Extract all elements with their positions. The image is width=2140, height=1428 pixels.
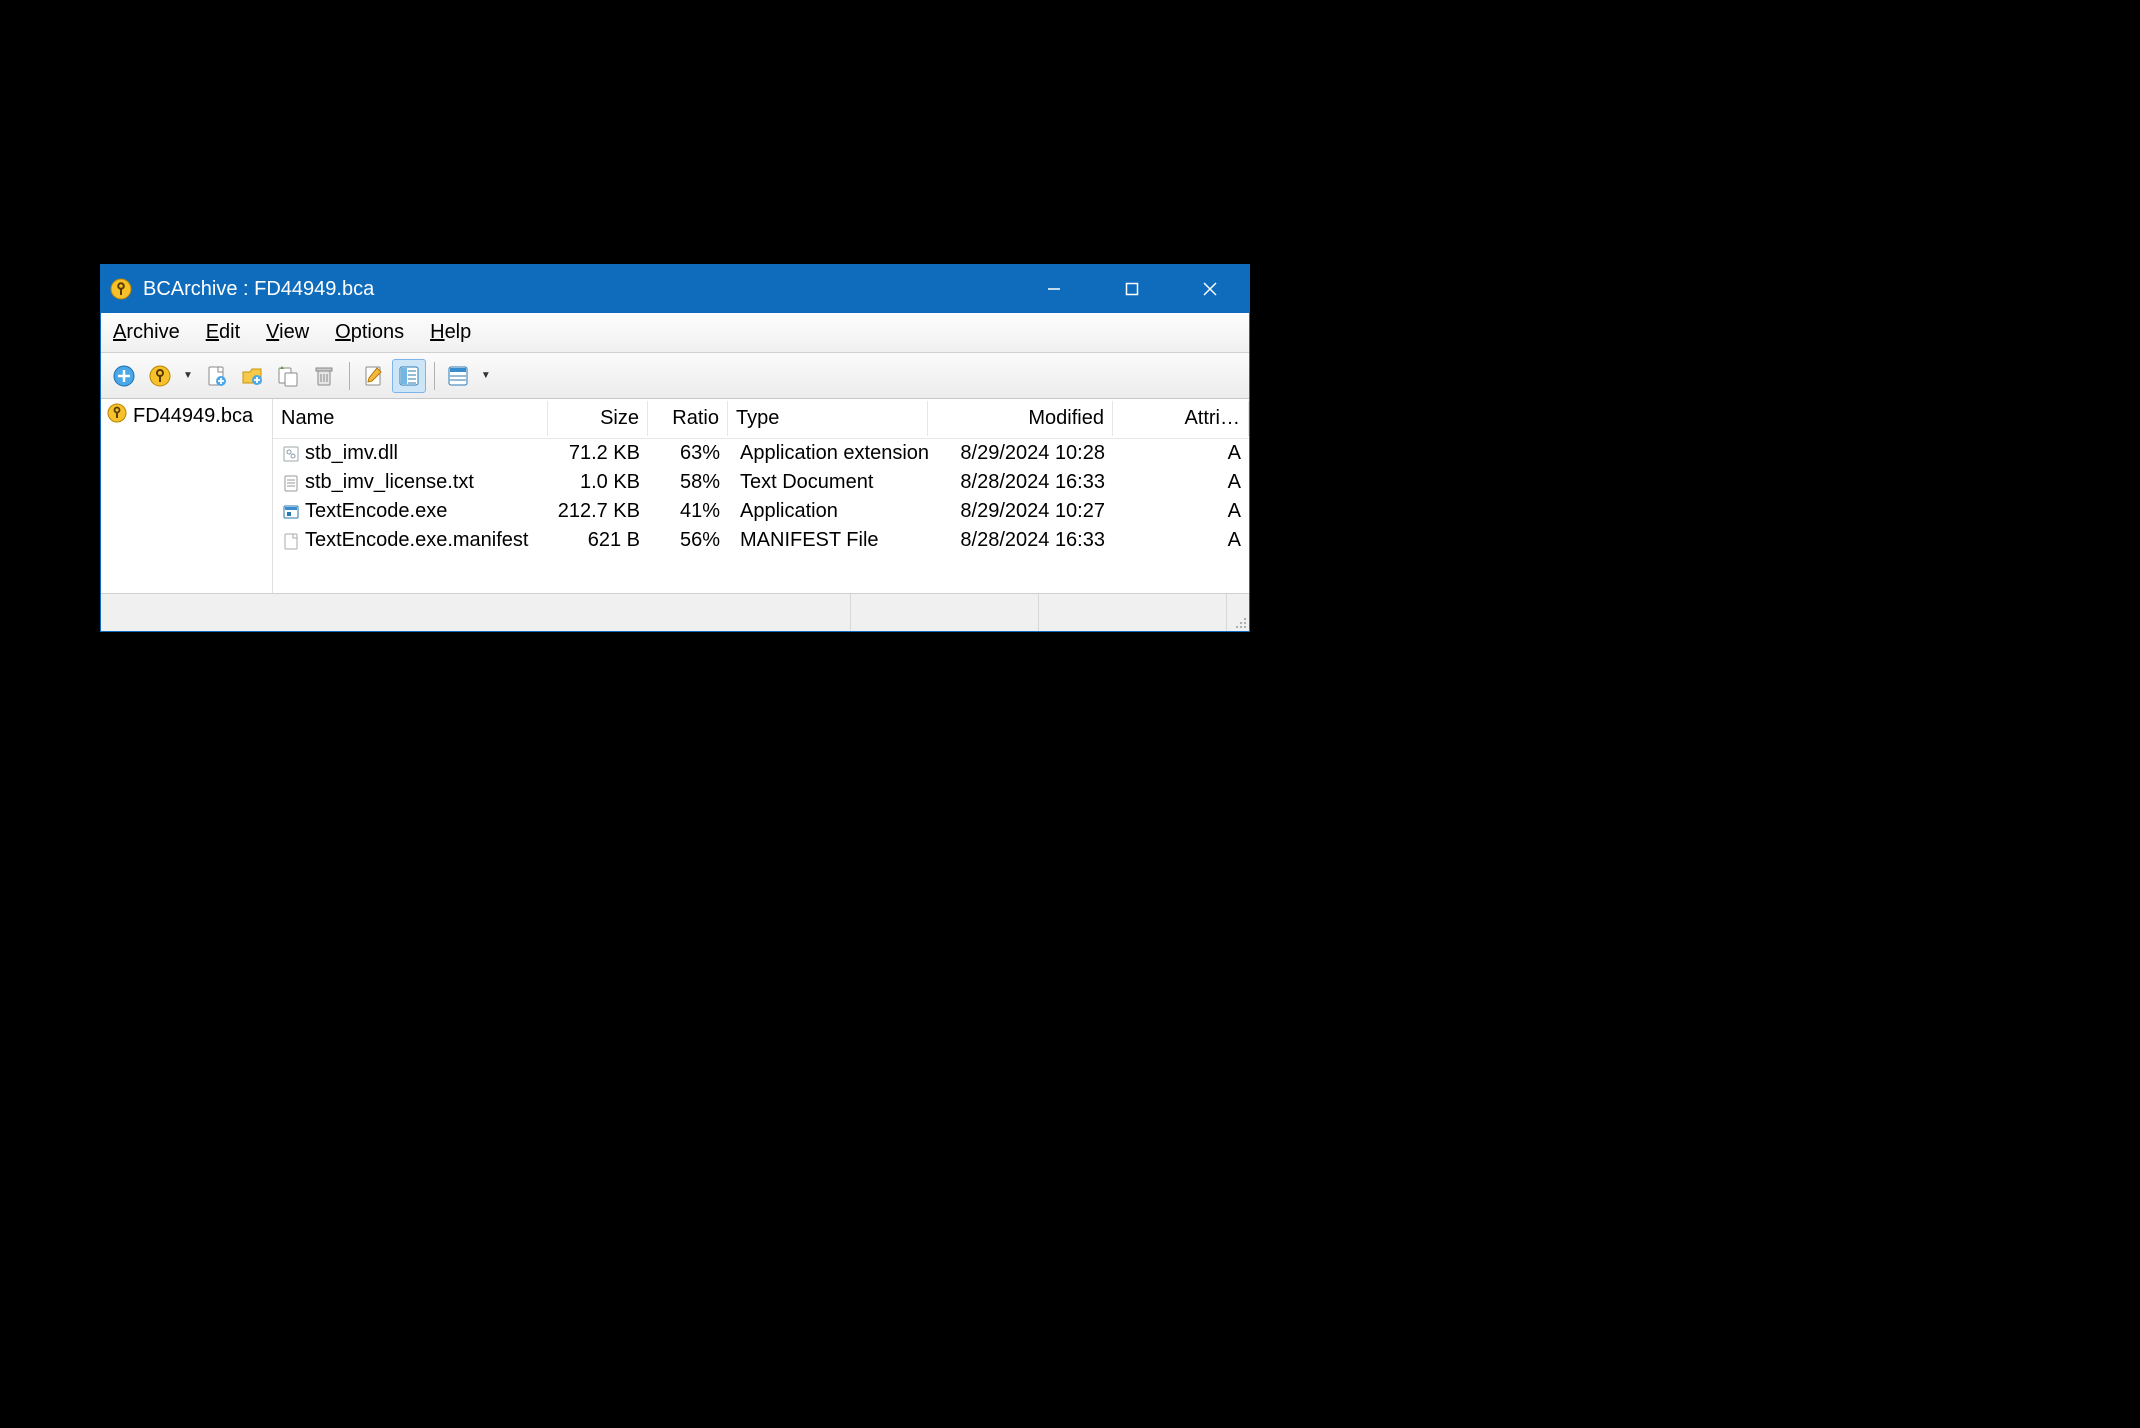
file-size: 621 B bbox=[548, 527, 648, 554]
app-window: BCArchive : FD44949.bca Archive Edit Vie… bbox=[100, 264, 1250, 632]
dropdown-caret-icon[interactable]: ▼ bbox=[183, 370, 193, 381]
file-type: MANIFEST File bbox=[728, 527, 928, 554]
list-row[interactable]: TextEncode.exe 212.7 KB41%Application8/29… bbox=[273, 497, 1249, 526]
tree-root-label: FD44949.bca bbox=[133, 405, 253, 428]
file-modified: 8/28/2024 16:33 bbox=[928, 469, 1113, 496]
file-size: 212.7 KB bbox=[548, 498, 648, 525]
file-icon bbox=[281, 474, 301, 492]
app-icon bbox=[109, 277, 133, 301]
properties-button[interactable] bbox=[356, 359, 390, 393]
file-attr: A bbox=[1113, 440, 1249, 467]
list-pane: Name Size Ratio Type Modified Attri… stb… bbox=[273, 399, 1249, 593]
file-name: stb_imv_license.txt bbox=[305, 471, 474, 494]
add-folder-button[interactable] bbox=[235, 359, 269, 393]
file-size: 1.0 KB bbox=[548, 469, 648, 496]
file-size: 71.2 KB bbox=[548, 440, 648, 467]
status-cell bbox=[101, 594, 851, 631]
list-row[interactable]: stb_imv_license.txt 1.0 KB58%Text Documen… bbox=[273, 468, 1249, 497]
column-header-attr[interactable]: Attri… bbox=[1113, 401, 1249, 436]
file-attr: A bbox=[1113, 527, 1249, 554]
file-attr: A bbox=[1113, 469, 1249, 496]
file-ratio: 41% bbox=[648, 498, 728, 525]
column-header-modified[interactable]: Modified bbox=[928, 401, 1113, 436]
file-attr: A bbox=[1113, 498, 1249, 525]
status-cell bbox=[1039, 594, 1227, 631]
maximize-button[interactable] bbox=[1093, 265, 1171, 313]
minimize-button[interactable] bbox=[1015, 265, 1093, 313]
delete-button[interactable] bbox=[307, 359, 341, 393]
file-modified: 8/29/2024 10:27 bbox=[928, 498, 1113, 525]
close-button[interactable] bbox=[1171, 265, 1249, 313]
file-type: Text Document bbox=[728, 469, 928, 496]
file-icon bbox=[281, 503, 301, 521]
file-icon bbox=[281, 532, 301, 550]
file-type: Application bbox=[728, 498, 928, 525]
column-header-size[interactable]: Size bbox=[548, 401, 648, 436]
file-name: TextEncode.exe.manifest bbox=[305, 529, 528, 552]
menu-options[interactable]: Options bbox=[331, 317, 422, 348]
file-modified: 8/29/2024 10:28 bbox=[928, 440, 1113, 467]
list-row[interactable]: stb_imv.dll 71.2 KB63%Application extensi… bbox=[273, 439, 1249, 468]
list-rows[interactable]: stb_imv.dll 71.2 KB63%Application extensi… bbox=[273, 439, 1249, 593]
list-row[interactable]: TextEncode.exe.manifest 621 B56%MANIFEST … bbox=[273, 526, 1249, 555]
file-ratio: 56% bbox=[648, 527, 728, 554]
toolbar-separator bbox=[434, 362, 435, 390]
menu-view[interactable]: View bbox=[262, 317, 327, 348]
column-header-ratio[interactable]: Ratio bbox=[648, 401, 728, 436]
file-modified: 8/28/2024 16:33 bbox=[928, 527, 1113, 554]
menu-help[interactable]: Help bbox=[426, 317, 489, 348]
resize-grip[interactable] bbox=[1227, 594, 1249, 631]
archive-icon bbox=[107, 403, 127, 429]
status-cell bbox=[851, 594, 1039, 631]
new-archive-button[interactable] bbox=[107, 359, 141, 393]
titlebar[interactable]: BCArchive : FD44949.bca bbox=[101, 265, 1249, 313]
file-ratio: 58% bbox=[648, 469, 728, 496]
list-header: Name Size Ratio Type Modified Attri… bbox=[273, 399, 1249, 439]
file-icon bbox=[281, 445, 301, 463]
menu-archive[interactable]: Archive bbox=[109, 317, 198, 348]
content-area: FD44949.bca Name Size Ratio Type Modifie… bbox=[101, 399, 1249, 593]
menubar: Archive Edit View Options Help bbox=[101, 313, 1249, 353]
add-file-button[interactable] bbox=[199, 359, 233, 393]
dropdown-caret-icon[interactable]: ▼ bbox=[481, 370, 491, 381]
file-type: Application extension bbox=[728, 440, 928, 467]
toolbar: ▼ bbox=[101, 353, 1249, 399]
window-title: BCArchive : FD44949.bca bbox=[143, 278, 374, 301]
view-mode-button[interactable]: ▼ bbox=[441, 359, 497, 393]
column-header-name[interactable]: Name bbox=[273, 401, 548, 436]
details-view-button[interactable] bbox=[392, 359, 426, 393]
file-name: TextEncode.exe bbox=[305, 500, 447, 523]
extract-button[interactable] bbox=[271, 359, 305, 393]
file-ratio: 63% bbox=[648, 440, 728, 467]
statusbar bbox=[101, 593, 1249, 631]
file-name: stb_imv.dll bbox=[305, 442, 398, 465]
toolbar-separator bbox=[349, 362, 350, 390]
tree-pane[interactable]: FD44949.bca bbox=[101, 399, 273, 593]
menu-edit[interactable]: Edit bbox=[202, 317, 258, 348]
tree-root-item[interactable]: FD44949.bca bbox=[105, 401, 268, 431]
open-archive-button[interactable]: ▼ bbox=[143, 359, 199, 393]
column-header-type[interactable]: Type bbox=[728, 401, 928, 436]
